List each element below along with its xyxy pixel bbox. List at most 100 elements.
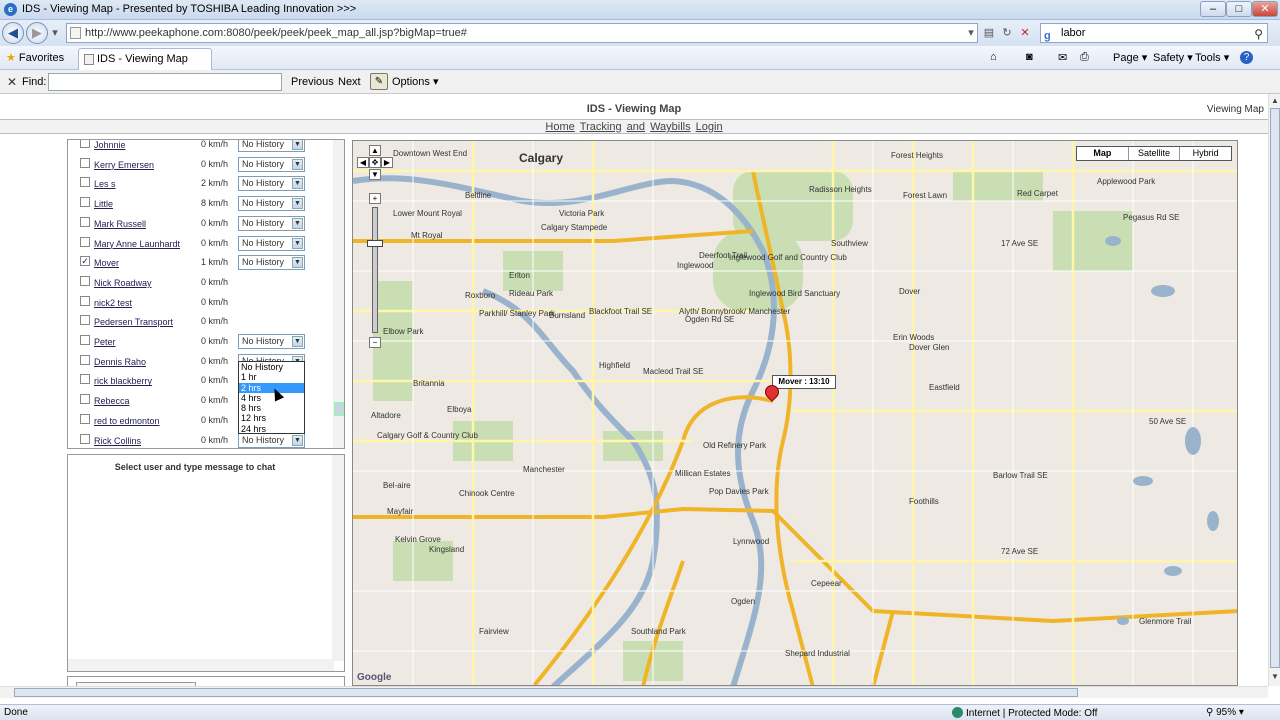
page-hscroll-thumb[interactable] (14, 688, 1078, 697)
user-name-link[interactable]: Rick Collins (94, 436, 141, 446)
zoom-slider-thumb[interactable] (367, 240, 383, 247)
pan-center-button[interactable]: ✥ (369, 157, 381, 168)
user-checkbox[interactable] (80, 315, 90, 326)
history-select[interactable]: No History ▼ (238, 334, 305, 349)
chevron-down-icon[interactable]: ▼ (292, 217, 303, 229)
safety-menu[interactable]: Safety ▾ (1153, 51, 1193, 64)
search-icon[interactable]: ⚲ (1254, 25, 1263, 43)
compat-view-icon[interactable]: ▤ (980, 24, 998, 42)
tab-ids-viewing-map[interactable]: IDS - Viewing Map (78, 48, 212, 70)
search-input[interactable]: g labor ⚲ (1040, 23, 1268, 43)
page-vscroll-thumb[interactable] (1270, 108, 1280, 668)
history-dropdown-icon[interactable]: ▾ (46, 24, 64, 42)
user-checkbox[interactable] (80, 354, 90, 365)
user-checkbox[interactable]: ✓ (80, 256, 90, 267)
user-name-link[interactable]: Mary Anne Launhardt (94, 239, 180, 249)
history-select[interactable]: No History ▼ (238, 196, 305, 212)
print-icon[interactable]: ⎙ (1080, 51, 1089, 64)
chevron-down-icon[interactable]: ▼ (292, 237, 303, 249)
zoom-level[interactable]: ⚲ 95% ▾ (1206, 707, 1244, 718)
user-name-link[interactable]: Pedersen Transport (94, 317, 173, 327)
page-menu[interactable]: Page ▾ (1113, 51, 1147, 64)
options-button[interactable]: ✎ Options ▾ (368, 72, 442, 92)
back-button[interactable]: ◀ (2, 22, 24, 44)
chevron-down-icon[interactable]: ▼ (292, 434, 303, 446)
chevron-down-icon[interactable]: ▼ (292, 257, 303, 269)
map-canvas[interactable] (353, 141, 1238, 686)
pan-down-button[interactable]: ▼ (369, 169, 381, 180)
map-view[interactable]: Calgary Downtown West End Beltline Victoria… (352, 140, 1238, 686)
nav-link-login[interactable]: Login (696, 121, 723, 133)
home-icon[interactable]: ⌂ (990, 51, 997, 63)
page-hscrollbar[interactable] (0, 686, 1268, 698)
scroll-up-icon[interactable]: ▲ (1270, 96, 1280, 106)
nav-link-tracking[interactable]: Tracking (580, 121, 622, 133)
user-checkbox[interactable] (80, 197, 90, 208)
zoom-out-button[interactable]: − (369, 337, 381, 348)
user-checkbox[interactable] (80, 433, 90, 444)
user-checkbox[interactable] (80, 295, 90, 306)
chevron-down-icon[interactable]: ▼ (292, 158, 303, 170)
zoom-in-button[interactable]: + (369, 193, 381, 204)
history-option[interactable]: 8 hrs (239, 403, 304, 413)
history-select[interactable]: No History ▼ (238, 140, 305, 152)
scroll-down-icon[interactable]: ▼ (1270, 672, 1280, 682)
history-option[interactable]: 24 hrs (239, 424, 304, 434)
history-select[interactable]: No History ▼ (238, 176, 305, 192)
user-name-link[interactable]: red to edmonton (94, 416, 160, 426)
user-name-link[interactable]: Kerry Emersen (94, 160, 154, 170)
map-type-hybrid[interactable]: Hybrid (1179, 147, 1231, 160)
url-input[interactable]: http://www.peekaphone.com:8080/peek/peek… (66, 23, 978, 43)
user-checkbox[interactable] (80, 157, 90, 168)
forward-button[interactable]: ▶ (26, 22, 48, 44)
next-button[interactable]: Next (338, 76, 361, 88)
user-checkbox[interactable] (80, 394, 90, 405)
user-checkbox[interactable] (80, 140, 90, 148)
chevron-down-icon[interactable]: ▼ (292, 178, 303, 190)
maximize-button[interactable]: □ (1226, 1, 1252, 17)
chevron-down-icon[interactable]: ▼ (292, 336, 303, 347)
history-select[interactable]: No History ▼ (238, 156, 305, 172)
tools-menu[interactable]: Tools ▾ (1195, 51, 1229, 64)
user-list-scrollbar[interactable] (333, 140, 344, 448)
user-checkbox[interactable] (80, 374, 90, 385)
stop-icon[interactable]: ✕ (1016, 24, 1034, 42)
chevron-down-icon[interactable]: ▼ (292, 198, 303, 210)
page-vscrollbar[interactable]: ▲ ▼ (1268, 94, 1280, 686)
feeds-icon[interactable]: ◙ (1026, 51, 1033, 63)
mail-icon[interactable]: ✉ (1058, 51, 1067, 64)
user-name-link[interactable]: Little (94, 199, 113, 209)
pan-up-button[interactable]: ▲ (369, 145, 381, 156)
chevron-down-icon[interactable]: ▼ (292, 140, 303, 150)
scroll-thumb[interactable] (334, 402, 344, 416)
nav-link-and[interactable]: and (627, 121, 645, 133)
user-checkbox[interactable] (80, 275, 90, 286)
user-name-link[interactable]: Johnnie (94, 140, 126, 150)
user-name-link[interactable]: nick2 test (94, 298, 132, 308)
close-window-button[interactable]: ✕ (1252, 1, 1278, 17)
history-option[interactable]: No History (239, 362, 304, 372)
history-select[interactable]: No History ▼ (238, 215, 305, 231)
user-name-link[interactable]: Mark Russell (94, 219, 146, 229)
user-checkbox[interactable] (80, 335, 90, 345)
url-dropdown-icon[interactable]: ▾ (962, 24, 980, 42)
refresh-icon[interactable]: ↻ (998, 24, 1016, 42)
user-checkbox[interactable] (80, 413, 90, 424)
chat-hscrollbar[interactable] (68, 659, 334, 671)
user-name-link[interactable]: Rebecca (94, 396, 130, 406)
map-type-satellite[interactable]: Satellite (1127, 147, 1180, 160)
nav-link-waybills[interactable]: Waybills (650, 121, 691, 133)
minimize-button[interactable]: – (1200, 1, 1226, 17)
map-type-map[interactable]: Map (1077, 147, 1128, 160)
history-select[interactable]: No History ▼ (238, 255, 305, 271)
history-select[interactable]: No History ▼ (238, 235, 305, 251)
previous-button[interactable]: Previous (291, 76, 334, 88)
pan-left-button[interactable]: ◀ (357, 157, 369, 168)
security-zone[interactable]: Internet | Protected Mode: Off (952, 707, 1097, 719)
find-input[interactable] (48, 73, 282, 91)
user-checkbox[interactable] (80, 216, 90, 227)
history-option[interactable]: 12 hrs (239, 413, 304, 423)
user-name-link[interactable]: rick blackberry (94, 376, 152, 386)
user-name-link[interactable]: Peter (94, 337, 116, 347)
favorites-button[interactable]: ★ Favorites (6, 51, 64, 64)
